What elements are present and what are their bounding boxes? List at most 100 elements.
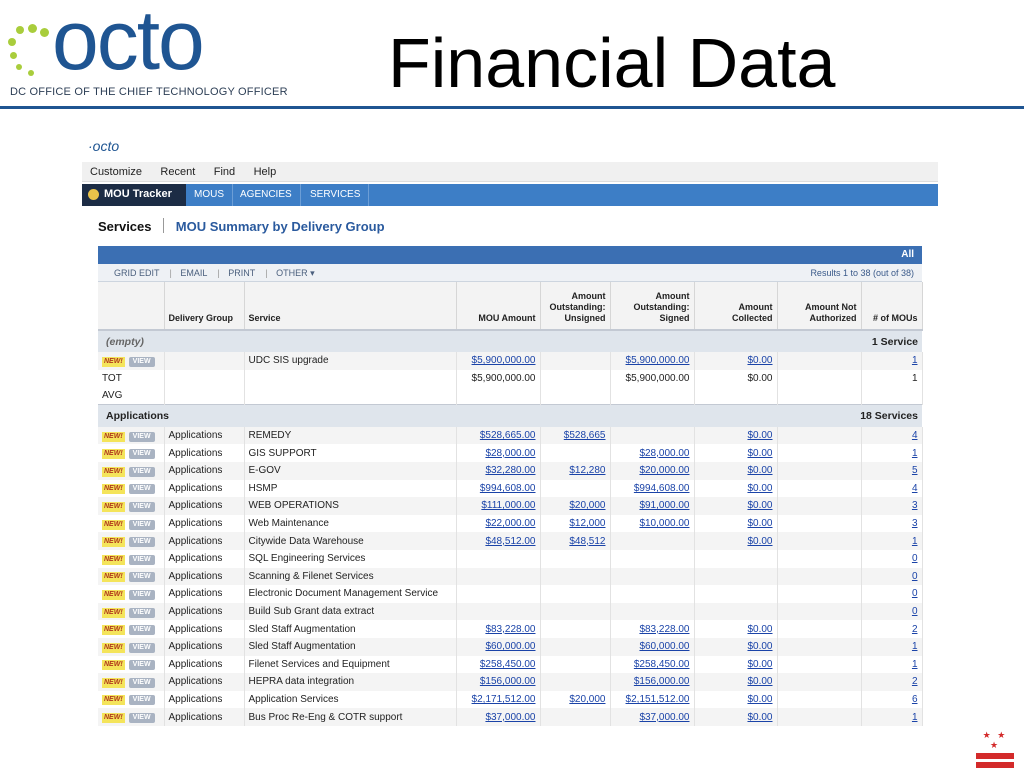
cell-collected-link[interactable]: $0.00 [747,465,772,476]
cell-collected-link[interactable]: $0.00 [747,659,772,670]
new-badge[interactable]: NEW! [102,625,125,636]
tab-mous[interactable]: MOUS [186,184,233,206]
cell-mou-amount-link[interactable]: $28,000.00 [485,448,535,459]
new-badge[interactable]: NEW! [102,660,125,671]
nav-mou-tracker[interactable]: MOU Tracker [82,184,186,206]
cell-mou-count-link[interactable]: 3 [912,518,918,529]
cell-collected-link[interactable]: $0.00 [747,712,772,723]
col-outstanding-signed[interactable]: Amount Outstanding: Signed [610,282,695,331]
cell-mou-amount-link[interactable]: $37,000.00 [485,712,535,723]
print-link[interactable]: PRINT [228,268,255,278]
col-collected[interactable]: Amount Collected [694,282,778,331]
col-service[interactable]: Service [244,282,457,331]
cell-mou-count-link[interactable]: 0 [912,588,918,599]
cell-mou-count-link[interactable]: 1 [912,448,918,459]
new-badge[interactable]: NEW! [102,537,125,548]
cell-collected-link[interactable]: $0.00 [747,624,772,635]
cell-mou-amount-link[interactable]: $60,000.00 [485,641,535,652]
menu-customize[interactable]: Customize [82,163,148,178]
view-button[interactable]: VIEW [128,519,155,530]
cell-mou-amount-link[interactable]: $32,280.00 [485,465,535,476]
cell-mou-count-link[interactable]: 0 [912,571,918,582]
cell-mou-amount-link[interactable]: $994,608.00 [480,483,536,494]
new-badge[interactable]: NEW! [102,607,125,618]
tab-agencies[interactable]: AGENCIES [232,184,301,206]
cell-mou-count-link[interactable]: 3 [912,500,918,511]
cell-mou-count-link[interactable]: 1 [912,641,918,652]
menu-recent[interactable]: Recent [152,163,201,178]
view-button[interactable]: VIEW [128,607,155,618]
cell-outstanding-unsigned-link[interactable]: $528,665 [564,430,606,441]
group-name[interactable]: (empty) [98,329,610,352]
new-badge[interactable]: NEW! [102,484,125,495]
cell-collected-link[interactable]: $0.00 [747,430,772,441]
cell-mou-amount-link[interactable]: $528,665.00 [480,430,536,441]
new-badge[interactable]: NEW! [102,519,125,530]
cell-outstanding-unsigned-link[interactable]: $20,000 [569,500,605,511]
cell-outstanding-unsigned-link[interactable]: $12,000 [569,518,605,529]
view-button[interactable]: VIEW [128,695,155,706]
cell-outstanding-signed-link[interactable]: $5,900,000.00 [626,355,690,366]
cell-mou-count-link[interactable]: 5 [912,465,918,476]
cell-mou-count-link[interactable]: 1 [912,712,918,723]
cell-mou-count-link[interactable]: 0 [912,553,918,564]
new-badge[interactable]: NEW! [102,449,125,460]
new-badge[interactable]: NEW! [102,572,125,583]
cell-collected-link[interactable]: $0.00 [747,355,772,366]
cell-collected-link[interactable]: $0.00 [747,483,772,494]
other-dropdown[interactable]: OTHER ▾ [276,268,315,278]
view-button[interactable]: VIEW [128,660,155,671]
view-button[interactable]: VIEW [128,713,155,724]
cell-mou-amount-link[interactable]: $22,000.00 [485,518,535,529]
view-button[interactable]: VIEW [128,501,155,512]
new-badge[interactable]: NEW! [102,356,125,367]
cell-mou-count-link[interactable]: 1 [912,355,918,366]
tab-services[interactable]: SERVICES [302,184,370,206]
view-button[interactable]: VIEW [128,677,155,688]
cell-outstanding-signed-link[interactable]: $10,000.00 [639,518,689,529]
breadcrumb[interactable]: Services [98,219,152,234]
view-button[interactable]: VIEW [128,484,155,495]
view-button[interactable]: VIEW [128,554,155,565]
cell-outstanding-signed-link[interactable]: $156,000.00 [634,676,690,687]
view-button[interactable]: VIEW [128,572,155,583]
view-button[interactable]: VIEW [128,449,155,460]
col-not-authorized[interactable]: Amount Not Authorized [777,282,862,331]
group-name[interactable]: Applications [98,404,610,427]
menu-help[interactable]: Help [246,163,283,178]
new-badge[interactable]: NEW! [102,501,125,512]
cell-mou-count-link[interactable]: 4 [912,430,918,441]
cell-mou-count-link[interactable]: 1 [912,536,918,547]
grid-edit-link[interactable]: GRID EDIT [114,268,160,278]
cell-outstanding-signed-link[interactable]: $2,151,512.00 [626,694,690,705]
cell-collected-link[interactable]: $0.00 [747,518,772,529]
view-button[interactable]: VIEW [128,537,155,548]
col-outstanding-unsigned[interactable]: Amount Outstanding: Unsigned [540,282,611,331]
email-link[interactable]: EMAIL [180,268,207,278]
cell-outstanding-signed-link[interactable]: $37,000.00 [639,712,689,723]
cell-collected-link[interactable]: $0.00 [747,641,772,652]
new-badge[interactable]: NEW! [102,713,125,724]
cell-collected-link[interactable]: $0.00 [747,448,772,459]
cell-mou-count-link[interactable]: 4 [912,483,918,494]
cell-mou-count-link[interactable]: 1 [912,659,918,670]
view-button[interactable]: VIEW [128,466,155,477]
cell-mou-amount-link[interactable]: $258,450.00 [480,659,536,670]
new-badge[interactable]: NEW! [102,642,125,653]
view-button[interactable]: VIEW [128,356,155,367]
col-mou-count[interactable]: # of MOUs [861,282,923,331]
view-button[interactable]: VIEW [128,589,155,600]
cell-mou-amount-link[interactable]: $83,228.00 [485,624,535,635]
new-badge[interactable]: NEW! [102,695,125,706]
cell-mou-amount-link[interactable]: $48,512.00 [485,536,535,547]
cell-outstanding-signed-link[interactable]: $28,000.00 [639,448,689,459]
menu-find[interactable]: Find [206,163,241,178]
cell-outstanding-signed-link[interactable]: $20,000.00 [639,465,689,476]
new-badge[interactable]: NEW! [102,554,125,565]
all-label[interactable]: All [901,249,914,260]
cell-mou-count-link[interactable]: 0 [912,606,918,617]
cell-outstanding-signed-link[interactable]: $91,000.00 [639,500,689,511]
cell-outstanding-signed-link[interactable]: $258,450.00 [634,659,690,670]
cell-outstanding-unsigned-link[interactable]: $12,280 [569,465,605,476]
cell-mou-amount-link[interactable]: $5,900,000.00 [472,355,536,366]
